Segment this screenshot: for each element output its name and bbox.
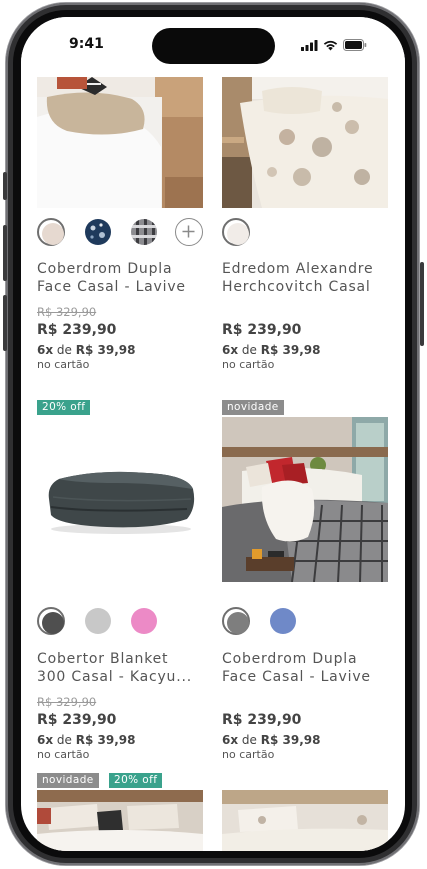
volume-up-button <box>3 225 7 281</box>
product-card[interactable]: novidade 20% off <box>37 773 203 851</box>
cellular-signal-icon <box>301 39 318 51</box>
discount-badge: 20% off <box>109 773 163 788</box>
wifi-icon <box>323 40 338 50</box>
plaid-swatch[interactable] <box>130 218 158 246</box>
dark-gray-swatch[interactable] <box>37 607 65 635</box>
status-bar: 9:41 <box>21 17 405 75</box>
card-note: no cartão <box>222 748 275 761</box>
product-title[interactable]: Cobertor Blanket 300 Casal - Kacyu... <box>37 650 192 686</box>
product-image[interactable] <box>37 417 203 548</box>
old-price: R$ 329,90 <box>37 305 97 319</box>
installments: 6x de R$ 39,98 <box>37 733 136 747</box>
battery-icon <box>343 39 367 51</box>
ivory-swatch[interactable] <box>222 218 250 246</box>
new-badge: novidade <box>37 773 99 788</box>
product-image[interactable] <box>222 790 388 851</box>
screen: Coberdrom Dupla Face Casal - Lavive R$ 3… <box>21 17 405 851</box>
card-note: no cartão <box>222 358 275 371</box>
price: R$ 239,90 <box>37 322 117 338</box>
price: R$ 239,90 <box>222 322 302 338</box>
price: R$ 239,90 <box>37 712 117 728</box>
product-image[interactable] <box>37 790 203 851</box>
product-grid: Coberdrom Dupla Face Casal - Lavive R$ 3… <box>21 17 405 851</box>
old-price: R$ 329,90 <box>37 695 97 709</box>
card-note: no cartão <box>37 748 90 761</box>
product-image[interactable] <box>222 417 388 582</box>
discount-badge: 20% off <box>37 400 91 415</box>
action-button <box>3 172 7 200</box>
navy-floral-swatch[interactable] <box>84 218 112 246</box>
product-card[interactable]: novidade Coberdrom Dupla Face Casal - La… <box>222 400 388 761</box>
product-image[interactable] <box>37 77 203 208</box>
power-button <box>420 262 424 346</box>
beige-swatch[interactable] <box>37 218 65 246</box>
pink-swatch[interactable] <box>130 607 158 635</box>
gray-swatch[interactable] <box>222 607 250 635</box>
blue-swatch[interactable] <box>269 607 297 635</box>
card-note: no cartão <box>37 358 90 371</box>
installments: 6x de R$ 39,98 <box>37 343 136 357</box>
clock: 9:41 <box>69 36 104 52</box>
dynamic-island <box>152 28 275 64</box>
price: R$ 239,90 <box>222 712 302 728</box>
new-badge: novidade <box>222 400 284 415</box>
product-card[interactable]: 20% off Cobertor Blanket 300 Casal - Kac… <box>37 400 203 761</box>
installments: 6x de R$ 39,98 <box>222 733 321 747</box>
product-title[interactable]: Edredom Alexandre Herchcovitch Casal <box>222 260 373 296</box>
light-gray-swatch[interactable] <box>84 607 112 635</box>
product-title[interactable]: Coberdrom Dupla Face Casal - Lavive <box>222 650 371 686</box>
plus-icon[interactable] <box>175 218 203 246</box>
product-title[interactable]: Coberdrom Dupla Face Casal - Lavive <box>37 260 186 296</box>
installments: 6x de R$ 39,98 <box>222 343 321 357</box>
product-card[interactable] <box>222 790 388 851</box>
status-icons <box>301 39 367 51</box>
product-image[interactable] <box>222 77 388 208</box>
volume-down-button <box>3 295 7 351</box>
